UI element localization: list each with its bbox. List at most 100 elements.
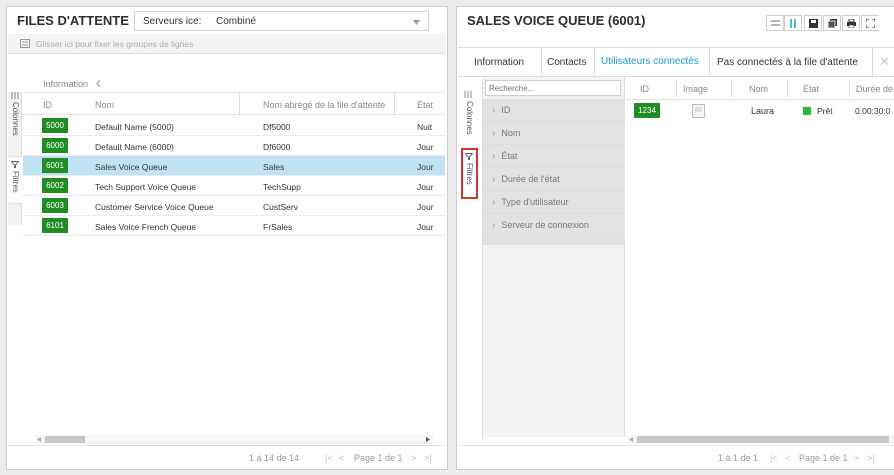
tab-connected-users[interactable]: Utilisateurs connectés [595, 48, 710, 76]
col-user-state[interactable]: État [803, 84, 819, 94]
chevron-down-icon [413, 20, 420, 25]
horizontal-scrollbar-right[interactable] [627, 435, 894, 444]
users-header-row: ID Image Nom État Durée de [626, 77, 894, 100]
prev-page-icon[interactable]: < [339, 453, 344, 463]
filters-side-tab[interactable]: Filtres [8, 156, 22, 204]
next-page-icon[interactable]: > [411, 453, 416, 463]
col-user-image[interactable]: Image [683, 84, 708, 94]
group-hint: Glisser ici pour fixer les groupes de li… [36, 39, 194, 49]
last-page-icon[interactable]: >| [424, 453, 432, 463]
col-divider [676, 80, 677, 98]
queue-name: Customer Service Voice Queue [95, 202, 214, 212]
prev-page-icon[interactable]: < [785, 453, 790, 463]
col-name[interactable]: Nom [95, 100, 114, 110]
queue-row[interactable]: 6001 Sales Voice Queue Sales Jour [23, 156, 445, 176]
queue-id-badge: 6003 [42, 198, 68, 213]
print-icon [846, 18, 856, 28]
queue-state: Jour [417, 222, 434, 232]
queue-short-name: Df6000 [263, 142, 291, 152]
col-divider [731, 80, 732, 98]
chevron-right-icon: › [492, 104, 496, 116]
queue-name: Default Name (5000) [95, 122, 174, 132]
filter-search-field[interactable] [486, 81, 616, 96]
columns-side-label: Colonnes [11, 102, 20, 136]
side-strip-right: Colonnes Filtres [458, 79, 483, 439]
queue-row[interactable]: 6101 Sales Voice French Queue FrSales Jour [23, 216, 445, 236]
queues-table-body: 5000 Default Name (5000) Df5000 Nuit 6000 Def… [23, 116, 445, 316]
col-state[interactable]: État [417, 100, 433, 110]
scroll-thumb-right[interactable] [637, 436, 889, 443]
side-strip: Colonnes Filtres [8, 92, 22, 225]
server-selector[interactable]: Serveurs ice: Combiné [134, 11, 429, 31]
col-divider [787, 80, 788, 98]
queue-row[interactable]: 6002 Tech Support Voice Queue TechSupp Jour [23, 176, 445, 196]
save-button[interactable] [804, 15, 822, 31]
queue-name: Sales Voice Queue [95, 162, 168, 172]
columns-side-tab-right[interactable]: Colonnes [462, 91, 476, 148]
status-ready-icon [803, 107, 811, 115]
filters-side-label: Filtres [11, 171, 20, 193]
chevron-right-icon: › [492, 173, 496, 185]
filter-item[interactable]: › ID [484, 99, 624, 122]
columns-side-tab[interactable]: Colonnes [8, 92, 22, 149]
app-window: FILES D'ATTENTE Serveurs ice: Combiné Gl… [0, 0, 894, 475]
split-icon [790, 18, 796, 28]
tab-not-connected[interactable]: Pas connectés à la file d'attente [710, 48, 873, 76]
filter-item-label: Durée de l'état [501, 174, 560, 184]
queues-title: FILES D'ATTENTE [17, 13, 129, 28]
group-drop-zone[interactable]: Glisser ici pour fixer les groupes de li… [8, 34, 446, 54]
chevron-left-icon [96, 80, 101, 87]
close-icon[interactable]: ✕ [879, 54, 890, 70]
next-page-icon[interactable]: > [854, 453, 859, 463]
col-user-name[interactable]: Nom [749, 84, 768, 94]
user-row[interactable]: 1234 Laura Prêt 0.00:30:0 [626, 100, 894, 122]
queue-short-name: FrSales [263, 222, 293, 232]
queue-row[interactable]: 6003 Customer Service Voice Queue CustServ… [23, 196, 445, 216]
filter-item[interactable]: › Type d'utilisateur [484, 191, 624, 214]
tab-contacts[interactable]: Contacts [542, 48, 595, 76]
list-view-button[interactable] [766, 15, 784, 31]
filter-item[interactable]: › Serveur de connexion [484, 214, 624, 237]
col-user-id[interactable]: ID [640, 84, 649, 94]
col-divider [239, 92, 240, 115]
queue-state: Jour [417, 202, 434, 212]
filters-side-tab-right[interactable]: Filtres [461, 148, 478, 199]
filter-item[interactable]: › Nom [484, 122, 624, 145]
user-id-badge: 1234 [634, 103, 660, 118]
scroll-right-icon[interactable] [426, 437, 430, 442]
queue-detail-title: SALES VOICE QUEUE (6001) [467, 13, 646, 28]
first-page-icon[interactable]: |< [325, 453, 333, 463]
last-page-icon[interactable]: >| [867, 453, 875, 463]
chevron-right-icon: › [492, 150, 496, 162]
scroll-left-icon[interactable] [37, 437, 41, 442]
scroll-left-icon[interactable] [629, 437, 633, 442]
server-label: Serveurs ice: [143, 16, 202, 27]
split-view-button[interactable] [784, 15, 802, 31]
queue-row[interactable]: 6000 Default Name (6000) Df6000 Jour [23, 136, 445, 156]
scroll-thumb[interactable] [45, 436, 85, 443]
col-short-name[interactable]: Nom abrégé de la file d'attente [263, 100, 385, 110]
queue-name: Default Name (6000) [95, 142, 174, 152]
first-page-icon[interactable]: |< [770, 453, 778, 463]
queue-id-badge: 6002 [42, 178, 68, 193]
filter-list: › ID › Nom › État › Durée de l'état › Type d'util… [483, 99, 625, 245]
expand-icon [866, 18, 875, 28]
queue-short-name: TechSupp [263, 182, 301, 192]
queue-row[interactable]: 5000 Default Name (5000) Df5000 Nuit [23, 116, 445, 136]
expand-button[interactable] [861, 15, 879, 31]
copy-button[interactable] [823, 15, 841, 31]
queue-name: Tech Support Voice Queue [95, 182, 197, 192]
queue-short-name: Df5000 [263, 122, 291, 132]
filter-icon [465, 153, 473, 160]
tab-information[interactable]: Information [458, 48, 542, 76]
filter-item[interactable]: › Durée de l'état [484, 168, 624, 191]
print-button[interactable] [842, 15, 860, 31]
col-id[interactable]: ID [43, 100, 52, 110]
filter-item[interactable]: › État [484, 145, 624, 168]
filter-search-input[interactable] [485, 80, 621, 96]
queue-short-name: CustServ [263, 202, 298, 212]
col-user-duration[interactable]: Durée de [856, 84, 893, 94]
information-group-header[interactable]: Information [23, 75, 445, 92]
horizontal-scrollbar[interactable] [35, 435, 433, 444]
queue-state: Jour [417, 162, 434, 172]
